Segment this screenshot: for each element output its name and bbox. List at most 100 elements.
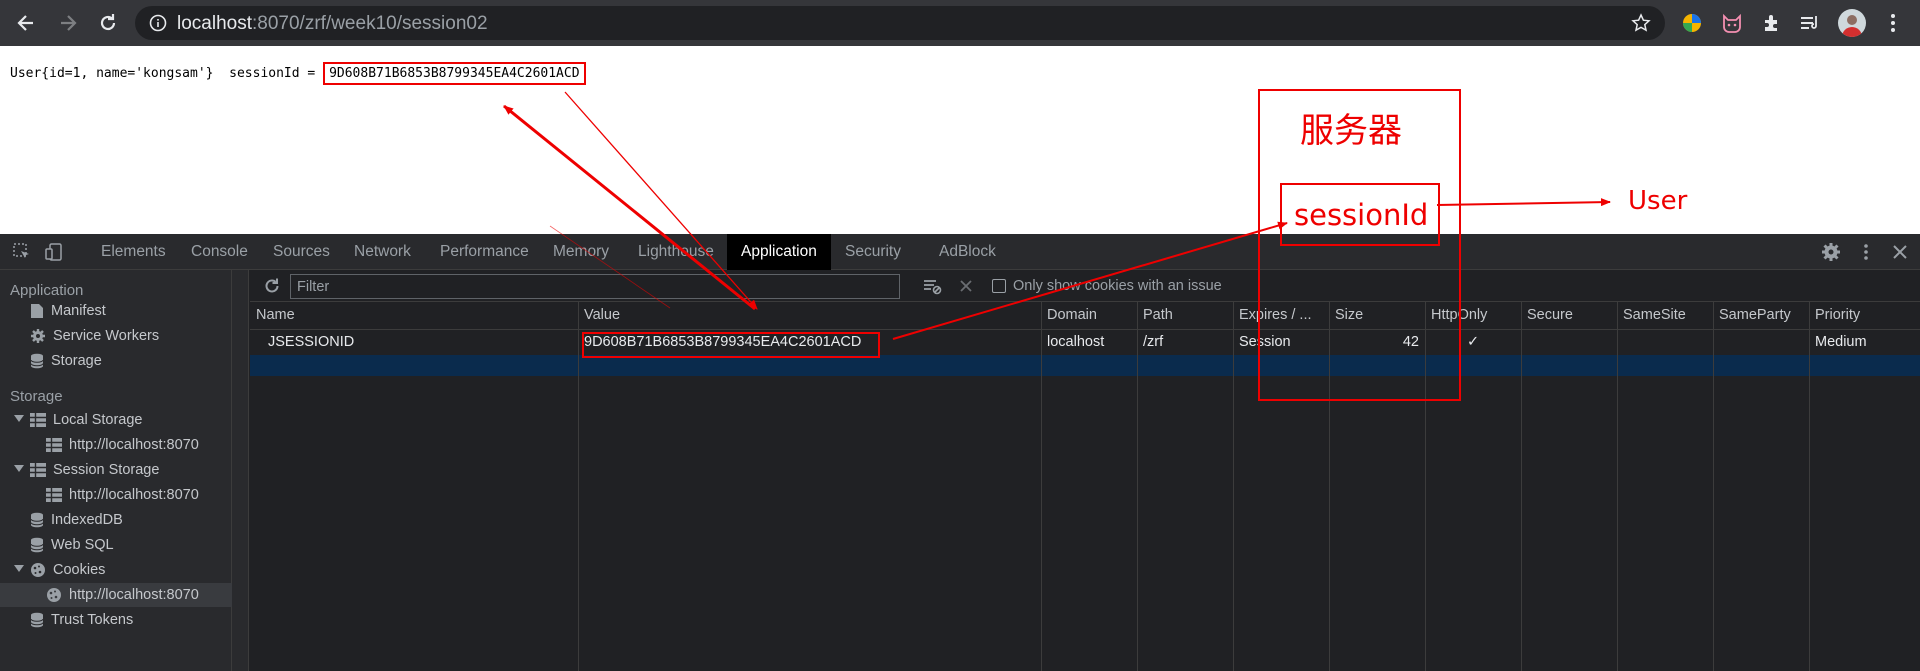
forward-arrow-icon (61, 15, 77, 31)
sidebar-item-label: Manifest (51, 303, 106, 319)
filter-input[interactable] (290, 274, 900, 299)
sidebar-item-session-storage[interactable]: Session Storage (30, 458, 159, 482)
sidebar-item-websql[interactable]: Web SQL (30, 533, 114, 557)
reading-list-icon[interactable] (1797, 10, 1823, 36)
gear-icon (30, 328, 46, 344)
application-heading: Application (10, 282, 84, 299)
kebab-menu-icon (1891, 14, 1895, 32)
cell-priority[interactable]: Medium (1815, 330, 1867, 355)
cookies-panel: Only show cookies with an issue Name Val… (250, 270, 1920, 671)
sidebar-item-label: Local Storage (53, 412, 143, 428)
inspect-cursor-icon (13, 243, 29, 258)
sidebar-item-service-workers[interactable]: Service Workers (30, 324, 159, 348)
header-path[interactable]: Path (1143, 302, 1231, 329)
clear-filtered-icon (924, 280, 942, 295)
devtools-close-button[interactable] (1884, 236, 1916, 268)
inspect-element-button[interactable] (6, 236, 38, 268)
browser-menu-button[interactable] (1880, 10, 1906, 36)
info-icon[interactable] (149, 14, 167, 32)
tab-console[interactable]: Console (191, 234, 248, 270)
tab-performance[interactable]: Performance (440, 234, 529, 270)
column-divider (1233, 302, 1234, 671)
back-button[interactable] (10, 7, 42, 39)
refresh-button[interactable] (256, 270, 288, 302)
user-label: User (1628, 186, 1688, 216)
tab-security[interactable]: Security (845, 234, 901, 270)
database-icon (30, 537, 44, 553)
cell-domain[interactable]: localhost (1047, 330, 1104, 355)
column-divider (578, 302, 579, 671)
grid-icon (46, 438, 62, 452)
back-arrow-icon (17, 15, 33, 31)
storage-heading: Storage (10, 388, 63, 405)
header-priority[interactable]: Priority (1815, 302, 1915, 329)
tab-sources[interactable]: Sources (273, 234, 330, 270)
cookies-toolbar: Only show cookies with an issue (250, 270, 1920, 302)
delete-selected-button[interactable] (950, 270, 982, 302)
extensions-puzzle-icon[interactable] (1759, 10, 1785, 36)
tab-memory[interactable]: Memory (553, 234, 609, 270)
session-id-text: 9D608B71B6853B8799345EA4C2601ACD (323, 62, 586, 85)
header-samesite[interactable]: SameSite (1623, 302, 1711, 329)
expand-triangle-icon[interactable] (14, 415, 24, 422)
sidebar-resizer[interactable] (232, 270, 249, 671)
cell-httponly[interactable]: ✓ (1467, 330, 1479, 355)
sidebar-item-label: Session Storage (53, 462, 160, 478)
reload-button[interactable] (92, 7, 124, 39)
header-name[interactable]: Name (256, 302, 576, 329)
sidebar-item-indexeddb[interactable]: IndexedDB (30, 508, 123, 532)
sidebar-item-label: http://localhost:8070 (69, 437, 199, 453)
cell-path[interactable]: /zrf (1143, 330, 1163, 355)
url-host: localhost (177, 13, 252, 34)
header-value[interactable]: Value (584, 302, 1039, 329)
devtools-menu-button[interactable] (1850, 236, 1882, 268)
sidebar-item-trust-tokens[interactable]: Trust Tokens (30, 608, 133, 632)
devtools-panel: Elements Console Sources Network Perform… (0, 234, 1920, 671)
sidebar-item-local-storage[interactable]: Local Storage (30, 408, 142, 432)
sidebar-item-label: Cookies (53, 562, 106, 578)
header-domain[interactable]: Domain (1047, 302, 1135, 329)
sidebar-item-cookies-origin[interactable]: http://localhost:8070 (0, 583, 232, 607)
profile-avatar[interactable] (1838, 9, 1866, 37)
forward-button[interactable] (52, 7, 84, 39)
kebab-menu-icon (1864, 244, 1868, 260)
header-secure[interactable]: Secure (1527, 302, 1615, 329)
address-bar[interactable]: localhost:8070/zrf/week10/session02 (135, 6, 1665, 40)
tab-lighthouse[interactable]: Lighthouse (638, 234, 714, 270)
reload-icon (100, 14, 116, 31)
cat-extension-icon[interactable] (1719, 10, 1745, 36)
sidebar-item-local-storage-origin[interactable]: http://localhost:8070 (46, 433, 199, 457)
column-divider (1521, 302, 1522, 671)
tab-adblock[interactable]: AdBlock (939, 234, 996, 270)
device-toolbar-button[interactable] (38, 236, 70, 268)
tab-application[interactable]: Application (727, 234, 831, 270)
header-sameparty[interactable]: SameParty (1719, 302, 1807, 329)
colorful-extension-icon[interactable] (1679, 10, 1705, 36)
column-divider (1137, 302, 1138, 671)
tab-network[interactable]: Network (354, 234, 411, 270)
sidebar-item-storage[interactable]: Storage (30, 349, 102, 373)
expand-triangle-icon[interactable] (14, 465, 24, 472)
cell-name[interactable]: JSESSIONID (268, 330, 354, 355)
sidebar-item-cookies[interactable]: Cookies (30, 558, 105, 582)
value-highlight-box (582, 332, 880, 358)
expand-triangle-icon[interactable] (14, 565, 24, 572)
sidebar-item-manifest[interactable]: Manifest (30, 299, 106, 323)
sidebar-item-label: Service Workers (53, 328, 160, 344)
gear-icon (1822, 243, 1840, 261)
bookmark-star-icon[interactable] (1631, 13, 1651, 33)
grid-icon (30, 413, 46, 427)
selected-empty-row[interactable] (250, 355, 1920, 376)
column-divider (1041, 302, 1042, 671)
sidebar-item-session-storage-origin[interactable]: http://localhost:8070 (46, 483, 199, 507)
sidebar-item-label: Web SQL (51, 537, 114, 553)
sidebar-item-label: Storage (51, 353, 102, 369)
checkbox-box[interactable] (992, 279, 1006, 293)
tab-elements[interactable]: Elements (101, 234, 166, 270)
only-issue-label: Only show cookies with an issue (1013, 278, 1222, 294)
only-issue-checkbox[interactable]: Only show cookies with an issue (992, 278, 1222, 294)
devtools-settings-button[interactable] (1815, 236, 1847, 268)
sidebar-item-label: Trust Tokens (51, 612, 134, 628)
clear-filtered-button[interactable] (916, 270, 948, 302)
column-divider (1713, 302, 1714, 671)
